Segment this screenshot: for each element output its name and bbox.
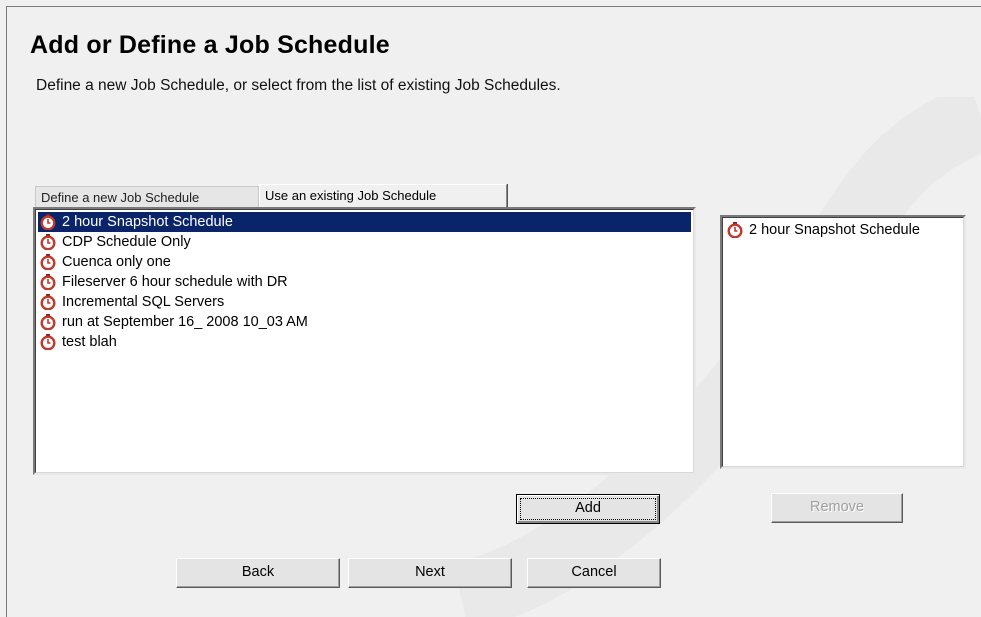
stopwatch-icon <box>40 294 56 311</box>
back-button[interactable]: Back <box>176 558 340 588</box>
add-button[interactable]: Add <box>516 494 660 524</box>
list-item[interactable]: test blah <box>38 332 691 352</box>
page-subtitle: Define a new Job Schedule, or select fro… <box>36 77 561 94</box>
tab-use-existing-schedule[interactable]: Use an existing Job Schedule <box>259 184 507 207</box>
stopwatch-icon <box>40 274 56 291</box>
list-item[interactable]: 2 hour Snapshot Schedule <box>38 212 691 232</box>
stopwatch-icon <box>40 254 56 271</box>
list-item-label: 2 hour Snapshot Schedule <box>62 214 233 230</box>
list-item[interactable]: Incremental SQL Servers <box>38 292 691 312</box>
list-item-label: CDP Schedule Only <box>62 234 191 250</box>
list-item[interactable]: CDP Schedule Only <box>38 232 691 252</box>
stopwatch-icon <box>727 222 743 239</box>
selected-schedules-items: 2 hour Snapshot Schedule <box>725 220 961 240</box>
stopwatch-icon <box>40 214 56 231</box>
stopwatch-icon <box>40 314 56 331</box>
page-title: Add or Define a Job Schedule <box>30 31 390 59</box>
stopwatch-icon <box>40 334 56 351</box>
next-button-label: Next <box>415 564 445 580</box>
list-item-label: 2 hour Snapshot Schedule <box>749 222 920 238</box>
list-item-label: Incremental SQL Servers <box>62 294 225 310</box>
existing-schedules-list[interactable]: 2 hour Snapshot Schedule CDP Schedule Onl… <box>33 207 696 475</box>
tab-define-new-schedule[interactable]: Define a new Job Schedule <box>35 186 259 207</box>
list-item-label: run at September 16_ 2008 10_03 AM <box>62 314 308 330</box>
cancel-button-label: Cancel <box>571 564 617 580</box>
next-button[interactable]: Next <box>348 558 512 588</box>
list-item[interactable]: Cuenca only one <box>38 252 691 272</box>
existing-schedules-items: 2 hour Snapshot Schedule CDP Schedule Onl… <box>38 212 691 352</box>
back-button-label: Back <box>241 564 275 580</box>
remove-button[interactable]: Remove <box>771 493 903 523</box>
list-border <box>722 217 964 467</box>
focus-ring <box>520 498 656 520</box>
list-item[interactable]: 2 hour Snapshot Schedule <box>725 220 961 240</box>
stopwatch-icon <box>40 234 56 251</box>
selected-schedules-list[interactable]: 2 hour Snapshot Schedule <box>720 215 966 469</box>
list-item[interactable]: run at September 16_ 2008 10_03 AM <box>38 312 691 332</box>
cancel-button[interactable]: Cancel <box>527 558 661 588</box>
list-item-label: Fileserver 6 hour schedule with DR <box>62 274 288 290</box>
list-item-label: Cuenca only one <box>62 254 171 270</box>
list-item-label: test blah <box>62 334 117 350</box>
remove-button-label: Remove <box>810 499 864 515</box>
list-item[interactable]: Fileserver 6 hour schedule with DR <box>38 272 691 292</box>
